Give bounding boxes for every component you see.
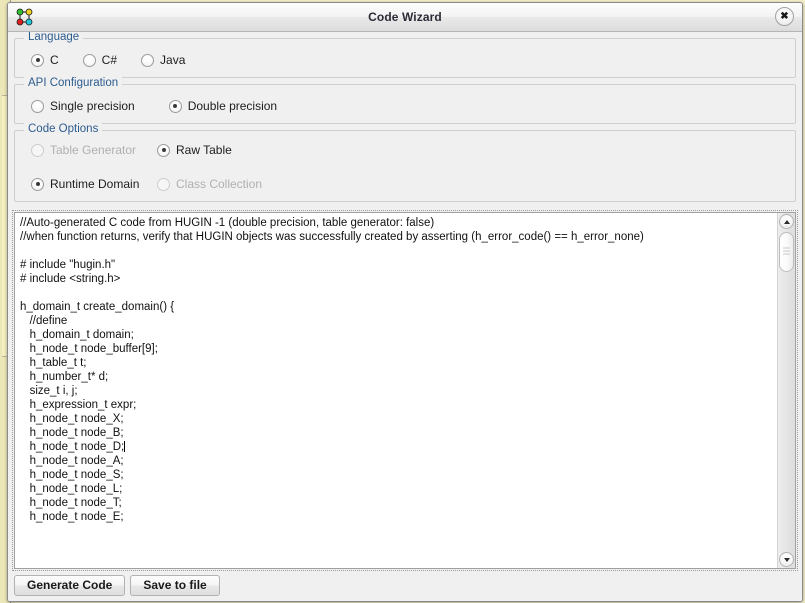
radio-language-c[interactable]: C xyxy=(31,53,59,67)
radio-language-java[interactable]: Java xyxy=(141,53,185,67)
dialog-title: Code Wizard xyxy=(368,10,442,24)
radio-label: Java xyxy=(160,53,186,67)
radio-label: Double precision xyxy=(187,99,278,113)
radio-dot-icon xyxy=(31,53,44,67)
generate-code-button[interactable]: Generate Code xyxy=(14,574,126,596)
scrollbar-grip-icon xyxy=(783,247,790,257)
chevron-down-glyph xyxy=(783,557,790,562)
radio-label: Raw Table xyxy=(176,143,232,157)
group-api-configuration-title: API Configuration xyxy=(24,77,123,89)
group-language-title: Language xyxy=(24,32,84,43)
code-text-after-caret: h_node_t node_A; h_node_t node_S; h_node… xyxy=(29,455,124,523)
code-wizard-dialog: Code Wizard ✖ Language C C# Java API Con… xyxy=(7,2,803,602)
network-graph-icon xyxy=(16,8,33,26)
chevron-up-icon[interactable] xyxy=(779,214,794,229)
radio-class-collection[interactable]: Class Collection xyxy=(157,177,789,191)
dialog-button-bar: Generate Code Save to file xyxy=(8,569,802,601)
code-editor-text[interactable]: //Auto-generated C code from HUGIN -1 (d… xyxy=(15,213,777,568)
radio-label: Single precision xyxy=(50,99,135,113)
text-caret xyxy=(124,441,126,452)
radio-dot-icon xyxy=(168,99,182,113)
radio-dot-icon xyxy=(141,53,155,67)
radio-language-csharp[interactable]: C# xyxy=(82,53,118,67)
code-text-before-caret: //Auto-generated C code from HUGIN -1 (d… xyxy=(20,217,644,453)
radio-table-generator[interactable]: Table Generator xyxy=(31,143,151,157)
group-code-options-title: Code Options xyxy=(24,123,103,135)
save-to-file-button[interactable]: Save to file xyxy=(130,574,220,596)
group-language: Language C C# Java xyxy=(14,32,796,78)
group-code-options-options: Table Generator Raw Table Runtime Domain… xyxy=(15,131,795,201)
group-api-configuration: API Configuration Single precision Doubl… xyxy=(14,77,796,124)
radio-label: C xyxy=(50,53,59,67)
group-api-configuration-options: Single precision Double precision xyxy=(15,85,795,123)
code-editor-vertical-scrollbar[interactable] xyxy=(777,213,795,568)
group-code-options: Code Options Table Generator Raw Table R… xyxy=(14,123,796,202)
radio-dot-icon xyxy=(157,177,170,191)
radio-dot-icon xyxy=(82,53,96,67)
radio-dot-icon xyxy=(31,177,44,191)
dialog-titlebar[interactable]: Code Wizard ✖ xyxy=(8,3,802,32)
radio-label: Class Collection xyxy=(176,177,263,191)
code-editor[interactable]: //Auto-generated C code from HUGIN -1 (d… xyxy=(12,210,798,571)
radio-dot-icon xyxy=(31,99,44,113)
close-icon[interactable]: ✖ xyxy=(775,7,794,26)
chevron-down-icon[interactable] xyxy=(779,552,794,567)
close-glyph: ✖ xyxy=(780,11,789,22)
group-language-options: C C# Java xyxy=(15,39,795,77)
dialog-body: Language C C# Java API Configuration Sin… xyxy=(8,32,802,601)
radio-single-precision[interactable]: Single precision xyxy=(31,99,135,113)
chevron-up-glyph xyxy=(783,219,790,224)
radio-dot-icon xyxy=(157,143,170,157)
radio-runtime-domain[interactable]: Runtime Domain xyxy=(31,177,151,191)
radio-double-precision[interactable]: Double precision xyxy=(168,99,278,113)
scrollbar-thumb[interactable] xyxy=(779,232,794,272)
radio-label: Table Generator xyxy=(50,143,137,157)
radio-dot-icon xyxy=(31,143,44,157)
radio-raw-table[interactable]: Raw Table xyxy=(157,143,789,157)
radio-label: C# xyxy=(101,53,118,67)
radio-label: Runtime Domain xyxy=(50,177,140,191)
